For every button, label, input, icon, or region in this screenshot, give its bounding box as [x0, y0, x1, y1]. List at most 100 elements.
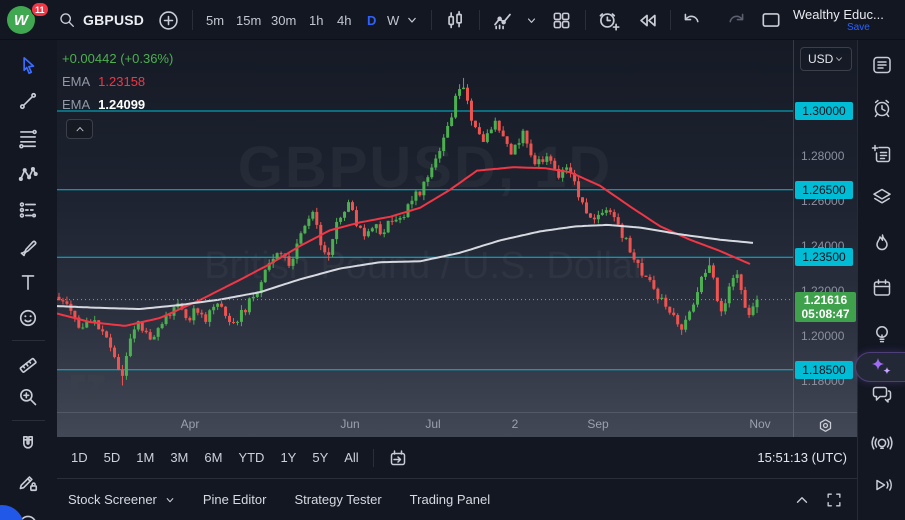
utc-clock[interactable]: 15:51:13 (UTC): [757, 450, 847, 465]
bar-replay-button[interactable]: [636, 0, 659, 40]
range-5y[interactable]: 5Y: [304, 446, 336, 470]
chat-button[interactable]: [870, 382, 894, 406]
tab-strategy-tester[interactable]: Strategy Tester: [294, 492, 381, 507]
layers-icon: [870, 185, 894, 209]
tab-label: Trading Panel: [410, 492, 490, 507]
hotlists-button[interactable]: [870, 231, 894, 255]
account-menu[interactable]: Wealthy Educ... Save: [793, 0, 884, 40]
price-axis[interactable]: USD 1.28000 1.26000 1.24000 1.22000 1.20…: [793, 40, 857, 412]
time-tick: Apr: [181, 417, 200, 431]
tab-pine-editor[interactable]: Pine Editor: [203, 492, 267, 507]
ema-label: EMA: [62, 97, 90, 112]
redo-button[interactable]: [726, 0, 747, 40]
chart-legend: +0.00442 (+0.36%) EMA 1.23158 EMA 1.2409…: [62, 47, 173, 116]
streams-button[interactable]: [870, 473, 894, 497]
notes-plus-icon: [870, 142, 894, 166]
fullscreen-button[interactable]: [825, 491, 843, 509]
tradingview-logo-watermark[interactable]: [70, 374, 112, 405]
indicators-menu-button[interactable]: [524, 0, 539, 40]
price-tick: 1.28000: [801, 148, 844, 164]
timeframe-1h[interactable]: 1h: [309, 0, 323, 40]
fib-retracement-tool-button[interactable]: [17, 127, 39, 149]
timeframe-30m[interactable]: 30m: [271, 0, 296, 40]
trend-line-tool-button[interactable]: [17, 90, 39, 112]
cursor-tool-button[interactable]: [17, 54, 39, 76]
ema-slow-legend[interactable]: EMA 1.24099: [62, 93, 173, 116]
lock-drawings-button[interactable]: [17, 471, 39, 493]
idea-streams-button[interactable]: [870, 431, 894, 455]
create-alert-button[interactable]: [597, 0, 620, 40]
brush-tool-button[interactable]: [17, 235, 39, 257]
current-price: 1.21616: [804, 293, 847, 307]
replay-rewind-icon: [636, 9, 659, 32]
go-to-date-icon: [388, 448, 408, 468]
range-ytd[interactable]: YTD: [230, 446, 272, 470]
range-5d[interactable]: 5D: [96, 446, 129, 470]
range-3m[interactable]: 3M: [162, 446, 196, 470]
chevron-down-icon: [524, 13, 539, 28]
notes-button[interactable]: [870, 142, 894, 166]
timeframe-5m[interactable]: 5m: [206, 0, 224, 40]
timeframe-4h[interactable]: 4h: [337, 0, 351, 40]
emoji-tool-button[interactable]: [17, 307, 39, 329]
fullscreen-icon: [825, 491, 843, 509]
indicators-button[interactable]: [491, 0, 514, 40]
top-toolbar: W 11 GBPUSD 5m 15m 30m 1h 4h D W: [0, 0, 905, 40]
separator: [585, 10, 586, 30]
projection-tool-button[interactable]: [17, 199, 39, 221]
object-tree-button[interactable]: [870, 185, 894, 209]
symbol-search[interactable]: GBPUSD: [58, 0, 144, 40]
measure-tool-button[interactable]: [17, 352, 39, 374]
layout-grid-button[interactable]: [551, 0, 572, 40]
timeframe-menu-button[interactable]: [404, 0, 420, 40]
range-1y[interactable]: 1Y: [272, 446, 304, 470]
ai-assistant-button[interactable]: [855, 352, 905, 382]
tab-label: Strategy Tester: [294, 492, 381, 507]
currency-dropdown[interactable]: USD: [800, 47, 852, 71]
range-all[interactable]: All: [336, 446, 366, 470]
timeframe-1d-active[interactable]: D: [367, 0, 376, 40]
time-axis[interactable]: Apr Jun Jul 2 Sep Nov: [57, 412, 793, 437]
ideas-button[interactable]: [870, 322, 894, 346]
save-link[interactable]: Save: [847, 22, 870, 33]
tab-label: Stock Screener: [68, 492, 157, 507]
compare-add-button[interactable]: [158, 0, 179, 40]
cursor-icon: [17, 54, 39, 76]
panel-expand-button[interactable]: [793, 491, 811, 509]
time-tick: Sep: [587, 417, 608, 431]
xabcd-pattern-tool-button[interactable]: [17, 163, 39, 185]
text-icon: [17, 271, 39, 293]
chart-pane: GBPUSD, 1D British Pound / U.S. Dollar +…: [57, 40, 857, 437]
chart-style-button[interactable]: [444, 0, 466, 40]
tab-stock-screener[interactable]: Stock Screener: [68, 492, 177, 507]
symbol-name: GBPUSD: [83, 12, 144, 28]
open-window-button[interactable]: [760, 0, 782, 40]
trend-line-icon: [17, 90, 39, 112]
range-6m[interactable]: 6M: [196, 446, 230, 470]
account-logo[interactable]: W 11: [7, 0, 35, 40]
ema-slow-value: 1.24099: [98, 97, 145, 112]
tab-label: Pine Editor: [203, 492, 267, 507]
magnet-mode-button[interactable]: [17, 433, 39, 455]
range-1d[interactable]: 1D: [63, 446, 96, 470]
text-tool-button[interactable]: [17, 271, 39, 293]
undo-button[interactable]: [681, 0, 702, 40]
timeframe-15m[interactable]: 15m: [236, 0, 261, 40]
chart-settings-corner[interactable]: [793, 412, 857, 437]
chevron-up-icon: [74, 123, 86, 135]
timeframe-1w[interactable]: W: [387, 0, 399, 40]
alerts-button[interactable]: [870, 96, 894, 120]
legend-collapse-button[interactable]: [66, 119, 93, 139]
zoom-in-tool-button[interactable]: [17, 386, 39, 408]
ema-fast-legend[interactable]: EMA 1.23158: [62, 70, 173, 93]
level-price-label: 1.23500: [795, 248, 853, 266]
search-icon: [58, 11, 76, 29]
watchlist-button[interactable]: [870, 53, 894, 77]
magnet-icon: [17, 433, 39, 455]
calendar-button[interactable]: [870, 276, 894, 300]
range-1m[interactable]: 1M: [128, 446, 162, 470]
go-to-date-button[interactable]: [380, 446, 416, 470]
ruler-icon: [17, 352, 39, 374]
tab-trading-panel[interactable]: Trading Panel: [410, 492, 490, 507]
toolbar-divider: [12, 420, 45, 421]
